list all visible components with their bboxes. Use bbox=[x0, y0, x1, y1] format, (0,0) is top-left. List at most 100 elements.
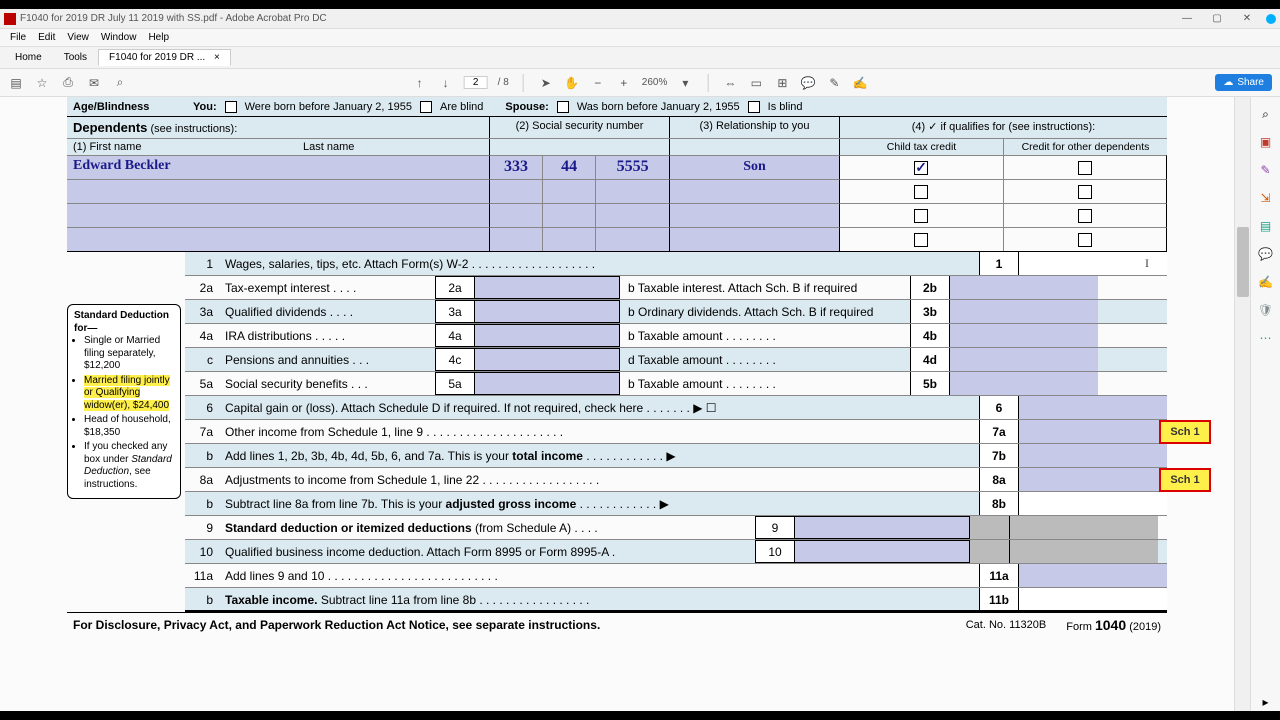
highlight-icon[interactable]: ✎ bbox=[826, 75, 842, 91]
create-pdf-icon[interactable]: ▣ bbox=[1257, 133, 1275, 151]
line-9-amount[interactable] bbox=[795, 516, 970, 539]
page-up-icon[interactable]: ↑ bbox=[412, 75, 428, 91]
line-7a: 7a Other income from Schedule 1, line 9 … bbox=[185, 420, 1167, 444]
spouse-born-checkbox[interactable] bbox=[557, 101, 569, 113]
zoom-dropdown-icon[interactable]: ▾ bbox=[677, 75, 693, 91]
minimize-button[interactable]: — bbox=[1172, 10, 1202, 28]
protect-icon[interactable]: 🛡 bbox=[1257, 301, 1275, 319]
close-button[interactable]: ✕ bbox=[1232, 10, 1262, 28]
page-input[interactable] bbox=[464, 76, 488, 89]
you-born-checkbox[interactable] bbox=[225, 101, 237, 113]
sign-icon[interactable]: ✍ bbox=[852, 75, 868, 91]
line-4a-amount[interactable] bbox=[475, 324, 620, 347]
dependent-row-4 bbox=[67, 227, 1167, 251]
mail-icon[interactable]: ✉ bbox=[86, 75, 102, 91]
print-icon[interactable]: ⎙ bbox=[60, 75, 76, 91]
export-pdf-icon[interactable]: ⇲ bbox=[1257, 189, 1275, 207]
collapse-pane-icon[interactable]: ▸ bbox=[1257, 693, 1275, 711]
window-title: F1040 for 2019 DR July 11 2019 with SS.p… bbox=[20, 13, 1172, 24]
comment-icon[interactable]: 💬 bbox=[800, 75, 816, 91]
more-tools-icon[interactable]: ⋯ bbox=[1257, 329, 1275, 347]
line-1: 1 Wages, salaries, tips, etc. Attach For… bbox=[185, 252, 1167, 276]
dep-col-qual: (4) ✓ if qualifies for (see instructions… bbox=[846, 120, 1161, 133]
line-2b-amount[interactable] bbox=[950, 276, 1098, 299]
menu-edit[interactable]: Edit bbox=[32, 32, 61, 43]
tab-close-icon[interactable]: × bbox=[214, 52, 220, 63]
app-icon bbox=[4, 13, 16, 25]
sidebar-toggle-icon[interactable]: ▤ bbox=[8, 75, 24, 91]
tab-home[interactable]: Home bbox=[4, 49, 53, 66]
line-4d-amount[interactable] bbox=[950, 348, 1098, 371]
menu-file[interactable]: File bbox=[4, 32, 32, 43]
age-blindness-label: Age/Blindness bbox=[73, 101, 185, 113]
star-icon[interactable]: ☆ bbox=[34, 75, 50, 91]
menu-window[interactable]: Window bbox=[95, 32, 143, 43]
comment-pane-icon[interactable]: 💬 bbox=[1257, 245, 1275, 263]
line-3a-amount[interactable] bbox=[475, 300, 620, 323]
line-8b-amount[interactable] bbox=[1019, 492, 1167, 515]
bottom-black-bar bbox=[0, 711, 1280, 720]
line-9: 9 Standard deduction or itemized deducti… bbox=[185, 516, 1167, 540]
line-5b-amount[interactable] bbox=[950, 372, 1098, 395]
line-5a-amount[interactable] bbox=[475, 372, 620, 395]
fit-width-icon[interactable]: ⇔ bbox=[722, 75, 738, 91]
line-3a: 3a Qualified dividends . . . . 3a b Ordi… bbox=[185, 300, 1167, 324]
fill-sign-icon[interactable]: ✍ bbox=[1257, 273, 1275, 291]
page-down-icon[interactable]: ↓ bbox=[438, 75, 454, 91]
sch1-tag-8a[interactable]: Sch 1 bbox=[1159, 468, 1211, 492]
line-3b-amount[interactable] bbox=[950, 300, 1098, 323]
dep-col-ctc: Child tax credit bbox=[840, 139, 1004, 155]
cat-no: Cat. No. 11320B bbox=[966, 619, 1047, 631]
tab-document[interactable]: F1040 for 2019 DR ... × bbox=[98, 49, 231, 66]
line-11b-amount[interactable] bbox=[1019, 588, 1167, 610]
search-pane-icon[interactable]: ⌕ bbox=[1257, 105, 1275, 123]
menu-help[interactable]: Help bbox=[142, 32, 175, 43]
line-7b: b Add lines 1, 2b, 3b, 4b, 4d, 5b, 6, an… bbox=[185, 444, 1167, 468]
line-11a: 11a Add lines 9 and 10 . . . . . . . . .… bbox=[185, 564, 1167, 588]
share-button[interactable]: ☁ Share bbox=[1215, 74, 1272, 91]
top-black-bar bbox=[0, 0, 1280, 9]
line-7b-amount[interactable] bbox=[1019, 444, 1167, 467]
zoom-in-icon[interactable]: + bbox=[616, 75, 632, 91]
income-section: Standard Deduction for— Single or Marrie… bbox=[185, 252, 1167, 612]
line-4b-amount[interactable] bbox=[950, 324, 1098, 347]
edit-pdf-icon[interactable]: ✎ bbox=[1257, 161, 1275, 179]
zoom-out-icon[interactable]: − bbox=[590, 75, 606, 91]
line-8a: 8a Adjustments to income from Schedule 1… bbox=[185, 468, 1167, 492]
right-tool-pane: ⌕ ▣ ✎ ⇲ ▤ 💬 ✍ 🛡 ⋯ ▸ bbox=[1250, 97, 1280, 711]
dep-odc-checkbox[interactable] bbox=[1078, 161, 1092, 175]
menu-view[interactable]: View bbox=[61, 32, 95, 43]
line-10-amount[interactable] bbox=[795, 540, 970, 563]
fit-page-icon[interactable]: ▭ bbox=[748, 75, 764, 91]
hand-icon[interactable]: ✋ bbox=[564, 75, 580, 91]
line-2a-amount[interactable] bbox=[475, 276, 620, 299]
dep-name[interactable]: Edward Beckler bbox=[67, 155, 490, 179]
notification-dot bbox=[1266, 14, 1276, 24]
pointer-icon[interactable]: ➤ bbox=[538, 75, 554, 91]
tab-tools[interactable]: Tools bbox=[53, 49, 98, 66]
read-mode-icon[interactable]: ⊞ bbox=[774, 75, 790, 91]
search-icon[interactable]: ⌕ bbox=[112, 75, 128, 91]
line-6-amount[interactable] bbox=[1019, 396, 1167, 419]
standard-deduction-box: Standard Deduction for— Single or Marrie… bbox=[67, 304, 181, 499]
scroll-thumb[interactable] bbox=[1237, 227, 1249, 297]
you-blind-checkbox[interactable] bbox=[420, 101, 432, 113]
title-bar: F1040 for 2019 DR July 11 2019 with SS.p… bbox=[0, 9, 1280, 29]
line-10: 10 Qualified business income deduction. … bbox=[185, 540, 1167, 564]
line-8a-amount[interactable] bbox=[1019, 468, 1167, 491]
maximize-button[interactable]: ▢ bbox=[1202, 10, 1232, 28]
line-4c-amount[interactable] bbox=[475, 348, 620, 371]
dep-col-lastname: Last name bbox=[303, 141, 354, 153]
vertical-scrollbar[interactable] bbox=[1234, 97, 1250, 711]
sch1-tag-7a[interactable]: Sch 1 bbox=[1159, 420, 1211, 444]
dep-rel[interactable]: Son bbox=[670, 155, 840, 179]
line-2a: 2a Tax-exempt interest . . . . 2a b Taxa… bbox=[185, 276, 1167, 300]
line-11a-amount[interactable] bbox=[1019, 564, 1167, 587]
line-7a-amount[interactable] bbox=[1019, 420, 1167, 443]
dep-ssn[interactable]: 333 44 5555 bbox=[490, 155, 670, 179]
spouse-blind-checkbox[interactable] bbox=[748, 101, 760, 113]
line-1-amount[interactable]: I bbox=[1019, 252, 1167, 275]
organize-icon[interactable]: ▤ bbox=[1257, 217, 1275, 235]
line-4a: 4a IRA distributions . . . . . 4a b Taxa… bbox=[185, 324, 1167, 348]
dep-ctc-checkbox[interactable] bbox=[914, 161, 928, 175]
